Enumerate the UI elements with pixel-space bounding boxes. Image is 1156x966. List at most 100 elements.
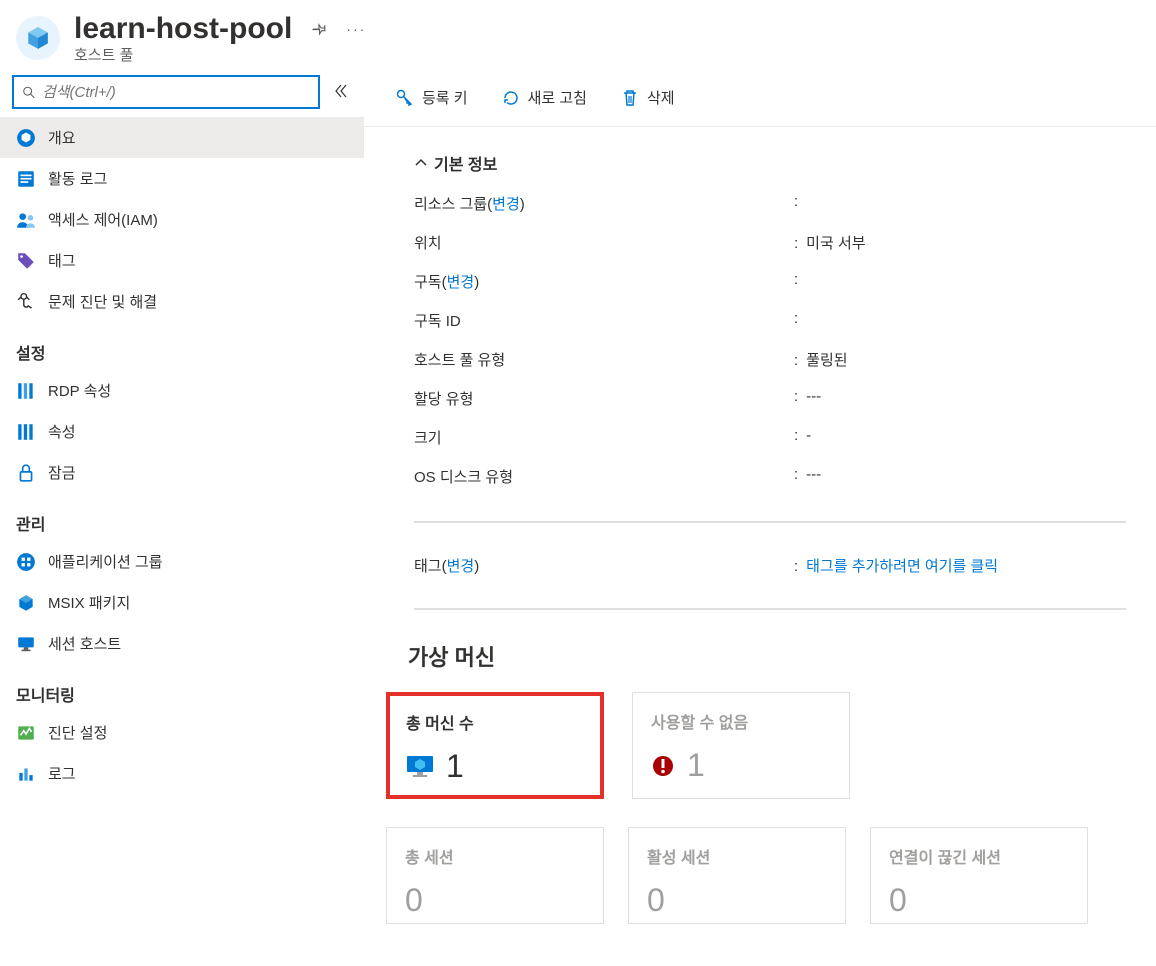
props-icon [16, 422, 36, 442]
essentials-label: 할당 유형 [414, 388, 794, 409]
nav-activity-log[interactable]: 활동 로그 [0, 158, 364, 199]
nav-diag-settings[interactable]: 진단 설정 [0, 712, 364, 753]
nav-section-monitor: 모니터링 [0, 664, 364, 712]
nav-tags[interactable]: 태그 [0, 240, 364, 281]
nav-label: 문제 진단 및 해결 [48, 291, 157, 312]
key-icon [396, 89, 414, 107]
toolbar-label: 삭제 [647, 87, 675, 108]
more-icon[interactable]: ··· [346, 21, 366, 37]
tile-total-sessions[interactable]: 총 세션 0 [386, 827, 604, 924]
delete-button[interactable]: 삭제 [619, 83, 677, 112]
header-title-block: learn-host-pool ··· 호스트 풀 [74, 12, 1136, 65]
nav-lock[interactable]: 잠금 [0, 452, 364, 493]
tile-value: 1 [687, 747, 705, 784]
add-tags-link[interactable]: 태그를 추가하려면 여기를 클릭 [806, 558, 998, 575]
diag-icon [16, 723, 36, 743]
tile-title: 활성 세션 [647, 844, 827, 868]
tile-value: 0 [647, 882, 827, 919]
pin-icon[interactable] [310, 19, 328, 40]
resource-icon [16, 16, 60, 60]
change-link[interactable]: 변경 [447, 274, 475, 291]
tile-title: 총 머신 수 [406, 710, 584, 734]
essentials-toggle[interactable]: 기본 정보 [414, 151, 1126, 175]
nav-overview[interactable]: 개요 [0, 117, 364, 158]
tile-value: 0 [889, 882, 1069, 919]
divider [414, 608, 1126, 610]
nav-section-manage: 관리 [0, 493, 364, 541]
toolbar: 등록 키 새로 고침 삭제 [364, 69, 1156, 127]
cube-icon [16, 128, 36, 148]
essentials-value: :태그를 추가하려면 여기를 클릭 [794, 541, 1126, 576]
essentials-value: :--- [794, 466, 1126, 487]
page-title: learn-host-pool [74, 12, 292, 46]
essentials-label: OS 디스크 유형 [414, 466, 794, 487]
nav-label: RDP 속성 [48, 380, 111, 401]
tile-value: 1 [446, 748, 464, 785]
tile-total-machines[interactable]: 총 머신 수 1 [386, 692, 604, 799]
nav-label: 세션 호스트 [48, 633, 121, 654]
change-link[interactable]: 변경 [492, 196, 520, 213]
search-box[interactable] [12, 75, 320, 109]
divider [414, 521, 1126, 523]
essentials-value: :- [794, 427, 1126, 448]
vm-tiles-row: 총 머신 수 1 사용할 수 없음 [386, 692, 1126, 799]
nav-label: 활동 로그 [48, 168, 107, 189]
search-icon [22, 85, 36, 100]
nav-label: 진단 설정 [48, 722, 107, 743]
tile-active-sessions[interactable]: 활성 세션 0 [628, 827, 846, 924]
nav-session-host[interactable]: 세션 호스트 [0, 623, 364, 664]
essentials-label: 크기 [414, 427, 794, 448]
nav-label: 속성 [48, 421, 76, 442]
logs-icon [16, 764, 36, 784]
nav-label: 잠금 [48, 462, 76, 483]
appgroup-icon [16, 552, 36, 572]
main-content: 등록 키 새로 고침 삭제 기본 정보 리소스 그룹(변경) : 위치 :미국 … [364, 69, 1156, 965]
page-subtitle: 호스트 풀 [74, 44, 1136, 65]
nav-label: 액세스 제어(IAM) [48, 209, 158, 230]
essentials-value: :--- [794, 388, 1126, 409]
toolbar-label: 새로 고침 [528, 87, 587, 108]
collapse-sidebar-btn[interactable] [326, 79, 354, 106]
diagnose-icon [16, 292, 36, 312]
essentials-value: : [794, 271, 1126, 292]
tile-value: 0 [405, 882, 585, 919]
tile-title: 사용할 수 없음 [651, 709, 831, 733]
iam-icon [16, 210, 36, 230]
search-input[interactable] [42, 84, 310, 101]
nav-app-group[interactable]: 애플리케이션 그룹 [0, 541, 364, 582]
tile-disconnected-sessions[interactable]: 연결이 끊긴 세션 0 [870, 827, 1088, 924]
essentials-label: 구독(변경) [414, 271, 794, 292]
essentials-label: 호스트 풀 유형 [414, 349, 794, 370]
nav-msix[interactable]: MSIX 패키지 [0, 582, 364, 623]
log-icon [16, 169, 36, 189]
essentials-grid: 리소스 그룹(변경) : 위치 :미국 서부 구독(변경) : 구독 ID : … [414, 193, 1126, 610]
essentials-value: : [794, 310, 1126, 331]
nav-diagnose[interactable]: 문제 진단 및 해결 [0, 281, 364, 322]
refresh-button[interactable]: 새로 고침 [500, 83, 589, 112]
nav-props[interactable]: 속성 [0, 411, 364, 452]
chevron-up-icon [414, 156, 428, 170]
regkey-button[interactable]: 등록 키 [394, 83, 470, 112]
nav-scroll[interactable]: 개요 활동 로그 액세스 제어(IAM) 태그 [0, 117, 364, 965]
lock-icon [16, 463, 36, 483]
nav-iam[interactable]: 액세스 제어(IAM) [0, 199, 364, 240]
nav-label: MSIX 패키지 [48, 592, 130, 613]
nav-label: 개요 [48, 127, 76, 148]
toolbar-label: 등록 키 [422, 87, 468, 108]
nav-label: 로그 [48, 763, 76, 784]
essentials-title: 기본 정보 [434, 151, 497, 175]
sidebar: 개요 활동 로그 액세스 제어(IAM) 태그 [0, 69, 364, 965]
nav-logs[interactable]: 로그 [0, 753, 364, 794]
session-icon [16, 634, 36, 654]
refresh-icon [502, 89, 520, 107]
change-link[interactable]: 변경 [447, 558, 475, 575]
tag-icon [16, 251, 36, 271]
essentials-value: :미국 서부 [794, 232, 1126, 253]
tile-title: 총 세션 [405, 844, 585, 868]
warning-icon [651, 754, 675, 778]
tile-title: 연결이 끊긴 세션 [889, 844, 1069, 868]
essentials-label: 구독 ID [414, 310, 794, 331]
tile-unavailable[interactable]: 사용할 수 없음 1 [632, 692, 850, 799]
nav-rdp-props[interactable]: RDP 속성 [0, 370, 364, 411]
session-tiles-row: 총 세션 0 활성 세션 0 연결이 끊긴 세션 0 [386, 827, 1126, 924]
